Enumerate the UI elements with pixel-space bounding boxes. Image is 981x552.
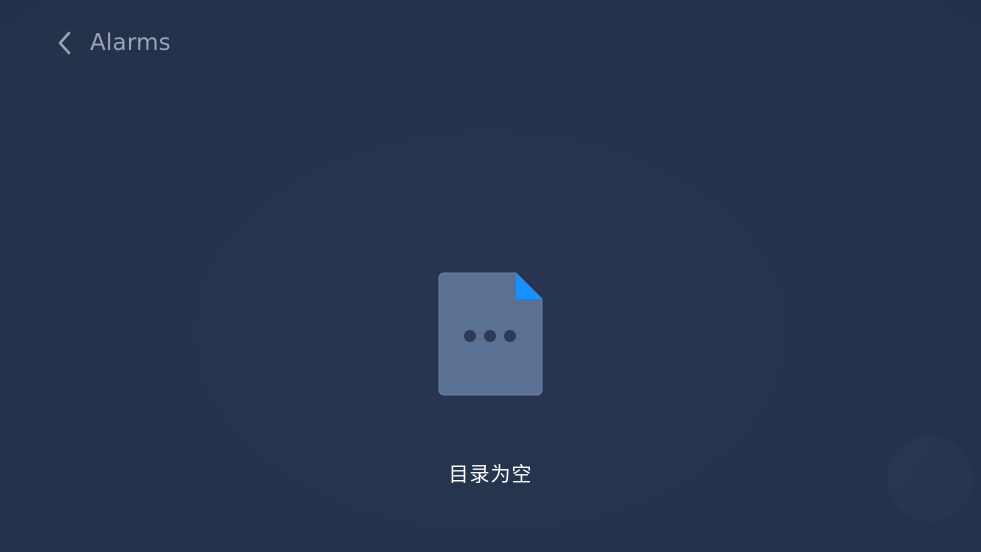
document-more-icon bbox=[438, 270, 544, 398]
empty-message: 目录为空 bbox=[448, 462, 533, 486]
empty-state: 目录为空 bbox=[0, 270, 981, 487]
page-title: Alarms bbox=[90, 30, 171, 56]
floating-button[interactable] bbox=[887, 436, 973, 522]
back-button[interactable]: Alarms bbox=[52, 30, 171, 56]
top-bar: Alarms bbox=[52, 24, 171, 62]
chevron-left-icon bbox=[52, 31, 76, 55]
